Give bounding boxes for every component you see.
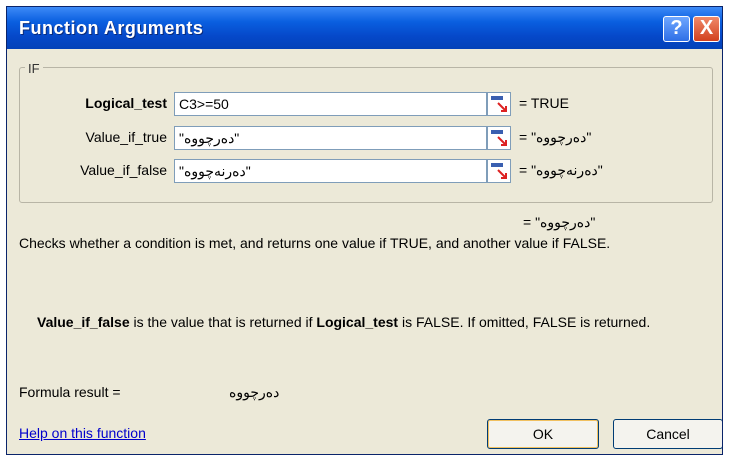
- value-if-false-label: Value_if_false: [80, 162, 167, 178]
- function-description: Checks whether a condition is met, and r…: [19, 235, 611, 251]
- close-button[interactable]: X: [693, 16, 720, 42]
- function-name-label: IF: [25, 61, 43, 76]
- value-if-false-result: = "دەرنەچووە": [519, 162, 603, 178]
- collapse-dialog-icon: [491, 163, 503, 167]
- value-if-true-label: Value_if_true: [85, 129, 167, 145]
- value-if-true-input[interactable]: "دەرچووە": [174, 126, 487, 150]
- value-if-false-input[interactable]: "دەرنەچووە": [174, 159, 487, 183]
- argument-help-text-1: is the value that is returned if: [129, 314, 317, 330]
- ok-button[interactable]: OK: [487, 419, 599, 449]
- argument-help: Value_if_false is the value that is retu…: [37, 312, 722, 332]
- help-on-function-link[interactable]: Help on this function: [19, 425, 146, 441]
- cancel-button[interactable]: Cancel: [613, 419, 722, 449]
- logical-test-input[interactable]: C3>=50: [174, 92, 487, 116]
- collapse-dialog-icon: [491, 96, 503, 100]
- formula-result-value: دەرچووە: [229, 384, 280, 400]
- title-bar[interactable]: Function Arguments ? X: [7, 7, 722, 49]
- red-arrow-icon: [497, 136, 507, 146]
- value-if-false-collapse-button[interactable]: [487, 159, 511, 183]
- red-arrow-icon: [497, 169, 507, 179]
- argument-help-text-2: is FALSE. If omitted, FALSE is returned.: [398, 314, 651, 330]
- function-result: = "دەرچووە": [523, 214, 596, 230]
- function-arguments-dialog: Function Arguments ? X IF Logical_test C…: [6, 6, 723, 455]
- logical-test-label: Logical_test: [85, 95, 167, 111]
- logical-test-result: = TRUE: [519, 95, 569, 111]
- formula-result-label: Formula result =: [19, 384, 121, 400]
- value-if-true-collapse-button[interactable]: [487, 126, 511, 150]
- help-button[interactable]: ?: [663, 16, 690, 42]
- argument-help-name: Value_if_false: [37, 314, 130, 330]
- value-if-true-result: = "دەرچووە": [519, 129, 592, 145]
- red-arrow-icon: [497, 102, 507, 112]
- logical-test-collapse-button[interactable]: [487, 92, 511, 116]
- dialog-title: Function Arguments: [19, 18, 204, 38]
- argument-help-inline-name: Logical_test: [316, 314, 399, 330]
- collapse-dialog-icon: [491, 130, 503, 134]
